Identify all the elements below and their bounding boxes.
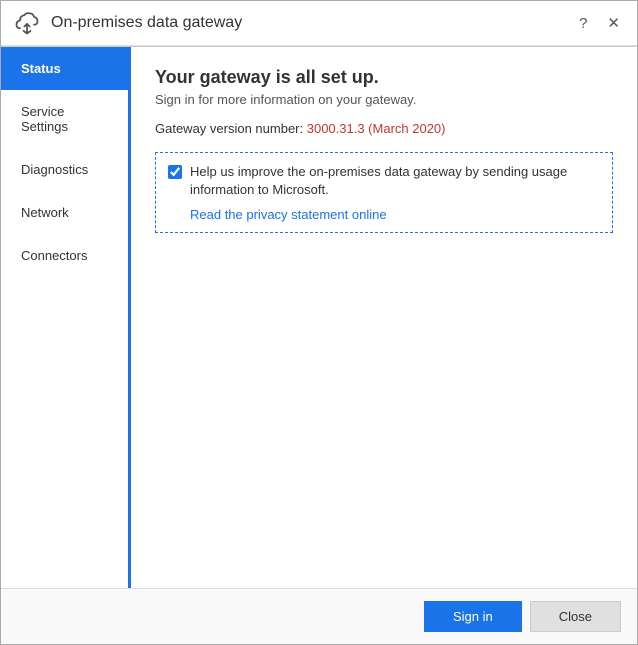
app-icon	[13, 9, 41, 37]
page-heading: Your gateway is all set up.	[155, 67, 613, 88]
subtext-signin-prefix: Sign in for more information on your gat…	[155, 92, 416, 107]
privacy-link[interactable]: Read the privacy statement online	[190, 207, 600, 222]
version-text: Gateway version number: 3000.31.3 (March…	[155, 121, 613, 136]
close-button[interactable]: Close	[530, 601, 621, 632]
footer: Sign in Close	[1, 588, 637, 644]
usage-data-section: Help us improve the on-premises data gat…	[155, 152, 613, 233]
sidebar-item-connectors[interactable]: Connectors	[1, 234, 128, 277]
sidebar-label-status: Status	[21, 61, 61, 76]
sidebar-label-service-settings: Service Settings	[21, 104, 68, 134]
sidebar-item-status[interactable]: Status	[1, 47, 128, 90]
sidebar-label-connectors: Connectors	[21, 248, 87, 263]
sidebar-label-network: Network	[21, 205, 69, 220]
sidebar: Status Service Settings Diagnostics Netw…	[1, 47, 131, 588]
app-window: On-premises data gateway ? ✕ Status Serv…	[0, 0, 638, 645]
title-bar: On-premises data gateway ? ✕	[1, 1, 637, 46]
page-subtext: Sign in for more information on your gat…	[155, 92, 613, 107]
version-number: 3000.31.3 (March 2020)	[307, 121, 446, 136]
sidebar-item-service-settings[interactable]: Service Settings	[1, 90, 128, 148]
sidebar-label-diagnostics: Diagnostics	[21, 162, 88, 177]
usage-checkbox[interactable]	[168, 165, 182, 179]
checkbox-row: Help us improve the on-premises data gat…	[168, 163, 600, 199]
usage-checkbox-label[interactable]: Help us improve the on-premises data gat…	[190, 163, 600, 199]
body: Status Service Settings Diagnostics Netw…	[1, 47, 637, 588]
close-window-button[interactable]: ✕	[602, 12, 625, 34]
help-button[interactable]: ?	[574, 13, 592, 34]
sign-in-button[interactable]: Sign in	[424, 601, 522, 632]
title-bar-controls: ? ✕	[574, 12, 625, 34]
app-title: On-premises data gateway	[51, 14, 242, 32]
sidebar-item-network[interactable]: Network	[1, 191, 128, 234]
main-content: Your gateway is all set up. Sign in for …	[131, 47, 637, 588]
title-bar-left: On-premises data gateway	[13, 9, 242, 37]
version-label: Gateway version number:	[155, 121, 307, 136]
sidebar-item-diagnostics[interactable]: Diagnostics	[1, 148, 128, 191]
